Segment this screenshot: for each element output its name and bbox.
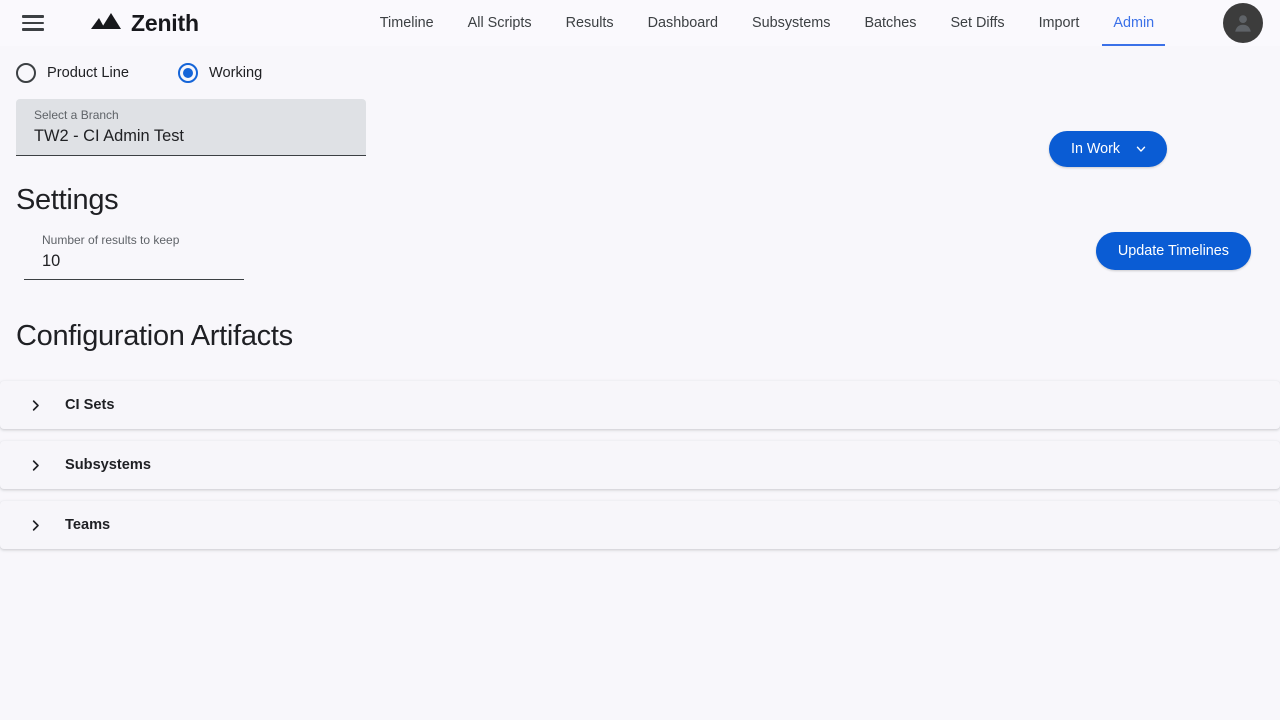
branch-select-value: TW2 - CI Admin Test — [34, 127, 184, 145]
main-content: Product Line Working Select a Branch TW2… — [0, 46, 1280, 549]
configuration-artifacts-accordion: CI Sets Subsystems Teams — [0, 381, 1280, 549]
hamburger-bar — [22, 28, 44, 31]
branch-select[interactable]: Select a Branch TW2 - CI Admin Test — [16, 99, 366, 156]
avatar[interactable] — [1223, 3, 1263, 43]
in-work-button-label: In Work — [1071, 141, 1120, 157]
radio-label-product-line: Product Line — [47, 65, 129, 81]
chevron-right-icon — [28, 458, 43, 473]
chevron-right-icon — [28, 398, 43, 413]
nav-item-subsystems[interactable]: Subsystems — [735, 0, 847, 46]
hamburger-bar — [22, 21, 44, 25]
scope-radio-group: Product Line Working — [16, 46, 1264, 83]
radio-dot — [182, 68, 193, 78]
nav-item-timeline[interactable]: Timeline — [363, 0, 451, 46]
nav-item-all-scripts[interactable]: All Scripts — [451, 0, 549, 46]
hamburger-bar — [22, 15, 44, 18]
accordion-item-subsystems[interactable]: Subsystems — [0, 441, 1280, 489]
nav-item-set-diffs[interactable]: Set Diffs — [933, 0, 1021, 46]
results-to-keep-label: Number of results to keep — [42, 233, 180, 247]
app-header: Zenith Timeline All Scripts Results Dash… — [0, 0, 1280, 46]
main-nav: Timeline All Scripts Results Dashboard S… — [363, 0, 1171, 46]
configuration-artifacts-heading: Configuration Artifacts — [16, 320, 293, 352]
update-timelines-button[interactable]: Update Timelines — [1095, 232, 1251, 270]
accordion-label-ci-sets: CI Sets — [65, 397, 115, 413]
mountain-logo-icon — [90, 11, 122, 36]
accordion-label-subsystems: Subsystems — [65, 457, 151, 473]
results-to-keep-input[interactable]: Number of results to keep 10 — [24, 230, 244, 280]
settings-heading: Settings — [16, 184, 119, 216]
radio-working[interactable]: Working — [177, 63, 272, 83]
radio-product-line[interactable]: Product Line — [16, 63, 139, 83]
nav-item-batches[interactable]: Batches — [847, 0, 933, 46]
hamburger-icon[interactable] — [22, 15, 44, 31]
nav-item-results[interactable]: Results — [549, 0, 631, 46]
accordion-item-teams[interactable]: Teams — [0, 501, 1280, 549]
in-work-button[interactable]: In Work — [1049, 131, 1167, 167]
nav-item-import[interactable]: Import — [1022, 0, 1097, 46]
radio-circle-icon — [16, 63, 36, 83]
radio-circle-icon — [177, 63, 198, 83]
brand-name: Zenith — [131, 9, 199, 36]
settings-row: Number of results to keep 10 Update Time… — [16, 230, 1264, 280]
accordion-item-ci-sets[interactable]: CI Sets — [0, 381, 1280, 429]
chevron-down-icon — [1136, 146, 1146, 152]
accordion-label-teams: Teams — [65, 517, 111, 533]
nav-item-dashboard[interactable]: Dashboard — [631, 0, 735, 46]
brand-logo[interactable]: Zenith — [90, 10, 199, 37]
nav-item-admin[interactable]: Admin — [1096, 0, 1171, 46]
results-to-keep-value: 10 — [42, 252, 61, 270]
chevron-right-icon — [28, 518, 43, 533]
radio-label-working: Working — [208, 65, 263, 81]
branch-select-label: Select a Branch — [34, 108, 119, 122]
account-circle-icon — [1235, 15, 1251, 32]
